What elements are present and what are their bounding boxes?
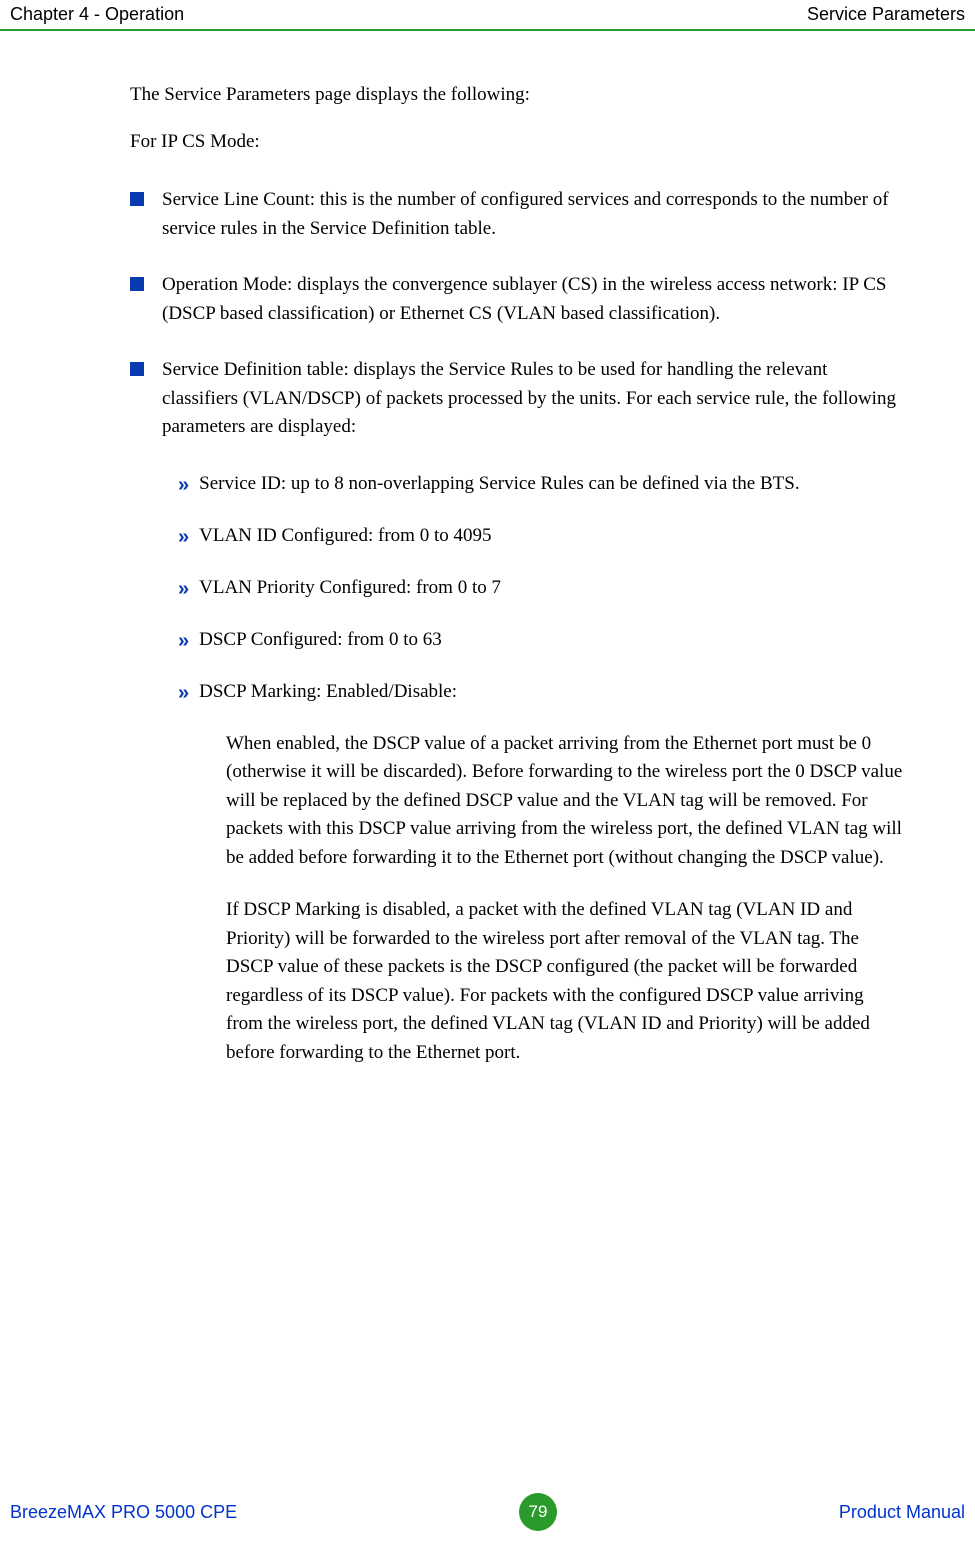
chevron-bullet-icon: » [178, 574, 185, 604]
bullet-text: Service Line Count: this is the number o… [162, 186, 905, 243]
intro-text: The Service Parameters page displays the… [130, 81, 905, 110]
square-bullet-icon [130, 192, 144, 206]
sub-paragraph: If DSCP Marking is disabled, a packet wi… [226, 896, 905, 1067]
bullet-list: Service Line Count: this is the number o… [130, 186, 905, 1067]
header-section: Service Parameters [807, 4, 965, 25]
sub-bullet-item: » DSCP Marking: Enabled/Disable: [178, 678, 905, 708]
footer-manual: Product Manual [839, 1502, 965, 1523]
sub-bullet-text: DSCP Marking: Enabled/Disable: [199, 678, 905, 707]
sub-bullet-item: » Service ID: up to 8 non-overlapping Se… [178, 470, 905, 500]
sub-bullet-text: DSCP Configured: from 0 to 63 [199, 626, 905, 655]
bullet-text: Service Definition table: displays the S… [162, 356, 905, 442]
sub-bullet-item: » VLAN ID Configured: from 0 to 4095 [178, 522, 905, 552]
bullet-item: Operation Mode: displays the convergence… [130, 271, 905, 328]
bullet-item: Service Definition table: displays the S… [130, 356, 905, 442]
chevron-bullet-icon: » [178, 626, 185, 656]
sub-bullet-text: Service ID: up to 8 non-overlapping Serv… [199, 470, 905, 499]
page-content: The Service Parameters page displays the… [0, 31, 975, 1067]
sub-bullet-item: » VLAN Priority Configured: from 0 to 7 [178, 574, 905, 604]
footer-product: BreezeMAX PRO 5000 CPE [10, 1502, 237, 1523]
bullet-text: Operation Mode: displays the convergence… [162, 271, 905, 328]
chevron-bullet-icon: » [178, 678, 185, 708]
bullet-item: Service Line Count: this is the number o… [130, 186, 905, 243]
sub-paragraph: When enabled, the DSCP value of a packet… [226, 730, 905, 873]
chevron-bullet-icon: » [178, 522, 185, 552]
mode-line: For IP CS Mode: [130, 128, 905, 157]
header-chapter: Chapter 4 - Operation [10, 4, 184, 25]
sub-bullet-text: VLAN Priority Configured: from 0 to 7 [199, 574, 905, 603]
page-footer: BreezeMAX PRO 5000 CPE 79 Product Manual [0, 1485, 975, 1545]
square-bullet-icon [130, 362, 144, 376]
sub-bullet-text: VLAN ID Configured: from 0 to 4095 [199, 522, 905, 551]
page-header: Chapter 4 - Operation Service Parameters [0, 0, 975, 31]
square-bullet-icon [130, 277, 144, 291]
sub-bullet-list: » Service ID: up to 8 non-overlapping Se… [178, 470, 905, 1068]
chevron-bullet-icon: » [178, 470, 185, 500]
sub-bullet-item: » DSCP Configured: from 0 to 63 [178, 626, 905, 656]
page-number-badge: 79 [519, 1493, 557, 1531]
